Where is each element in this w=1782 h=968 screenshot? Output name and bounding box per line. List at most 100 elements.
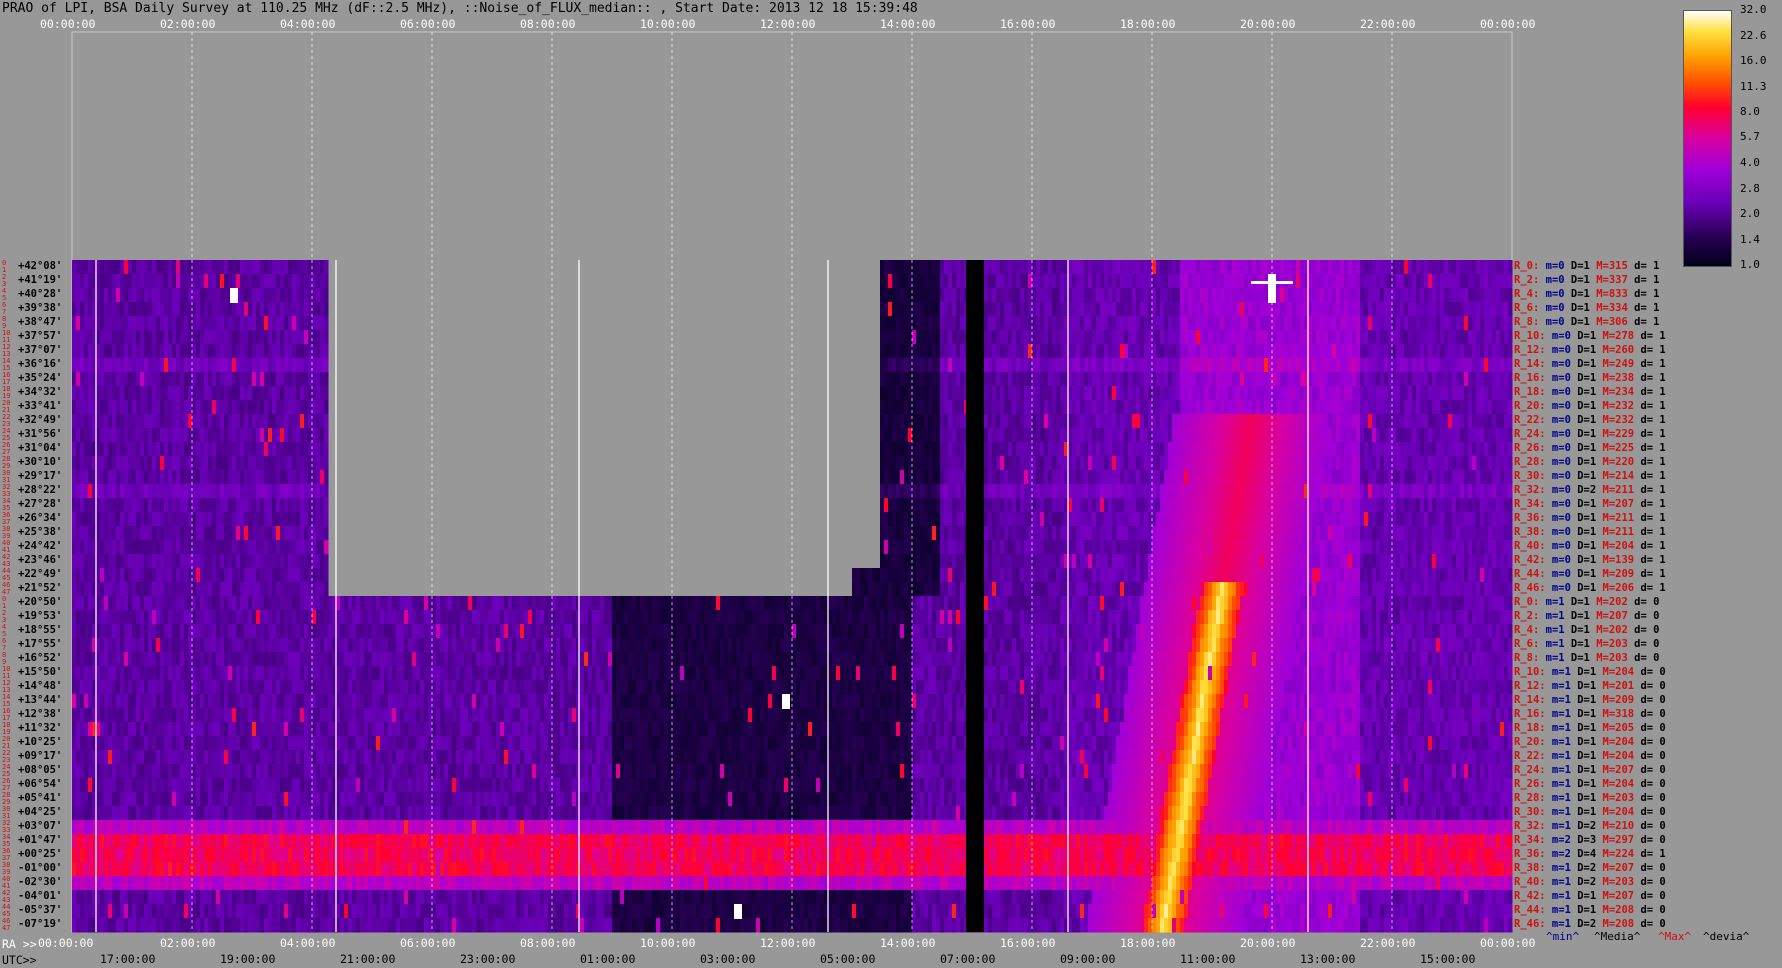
stat-r: R_30: (1514, 805, 1546, 818)
stat-r: R_44: (1514, 567, 1546, 580)
row-stat: R_32: m=1 D=2 M=210 d= 0 (1514, 820, 1666, 833)
stat-m: m=0 (1545, 427, 1571, 440)
stat-r: R_40: (1514, 539, 1546, 552)
stat-d: d= 0 (1634, 679, 1666, 692)
declination-tick: +40°28' (18, 287, 63, 300)
stat-d: d= 1 (1634, 329, 1666, 342)
stat-M: M=204 (1596, 539, 1635, 552)
declination-tick: +33°41' (18, 399, 63, 412)
stat-m: m=1 (1545, 875, 1571, 888)
stat-d: d= 0 (1627, 637, 1660, 650)
stat-m: m=0 (1539, 273, 1565, 286)
stat-D: D=4 (1570, 847, 1597, 860)
stat-r: R_44: (1514, 903, 1546, 916)
stat-m: m=0 (1545, 469, 1571, 482)
stat-m: m=1 (1539, 609, 1565, 622)
stat-m: m=0 (1545, 385, 1571, 398)
stat-D: D=1 (1570, 735, 1597, 748)
row-stat: R_12: m=0 D=1 M=260 d= 1 (1514, 344, 1666, 357)
stat-M: M=315 (1589, 259, 1628, 272)
stat-d: d= 1 (1634, 371, 1666, 384)
stat-r: R_14: (1514, 693, 1546, 706)
utc-axis-tick: 03:00:00 (700, 952, 756, 966)
stat-D: D=1 (1570, 413, 1597, 426)
bright-source (734, 904, 742, 919)
stat-D: D=1 (1564, 259, 1590, 272)
row-stat: R_24: m=0 D=1 M=229 d= 1 (1514, 428, 1666, 441)
stat-m: m=0 (1545, 539, 1571, 552)
stat-M: M=318 (1596, 707, 1635, 720)
stat-D: D=1 (1570, 567, 1597, 580)
stat-m: m=0 (1545, 553, 1571, 566)
stat-D: D=1 (1570, 329, 1597, 342)
stat-D: D=1 (1570, 469, 1597, 482)
stat-r: R_38: (1514, 861, 1546, 874)
row-stat: R_30: m=1 D=1 M=204 d= 0 (1514, 806, 1666, 819)
declination-tick: +05°41' (18, 791, 63, 804)
stat-M: M=225 (1596, 441, 1635, 454)
stat-D: D=1 (1570, 511, 1597, 524)
stat-d: d= 0 (1634, 721, 1666, 734)
stat-d: d= 0 (1634, 707, 1666, 720)
row-stat: R_44: m=1 D=1 M=208 d= 0 (1514, 904, 1666, 917)
stat-M: M=204 (1596, 777, 1635, 790)
stat-m: m=1 (1545, 665, 1571, 678)
declination-tick: +37°07' (18, 343, 63, 356)
stat-d: d= 0 (1634, 693, 1666, 706)
stat-D: D=1 (1570, 553, 1597, 566)
row-stat: R_44: m=0 D=1 M=209 d= 1 (1514, 568, 1666, 581)
stat-r: R_34: (1514, 497, 1546, 510)
row-stat: R_18: m=1 D=1 M=205 d= 0 (1514, 722, 1666, 735)
stat-D: D=1 (1570, 357, 1597, 370)
stat-D: D=1 (1570, 441, 1597, 454)
stat-r: R_46: (1514, 581, 1546, 594)
declination-tick: +18°55' (18, 623, 63, 636)
stat-d: d= 1 (1634, 343, 1666, 356)
stat-d: d= 0 (1634, 791, 1666, 804)
declination-tick: +28°22' (18, 483, 63, 496)
row-stat: R_26: m=1 D=1 M=204 d= 0 (1514, 778, 1666, 791)
stat-d: d= 1 (1634, 581, 1666, 594)
declination-tick: +01°47' (18, 833, 63, 846)
ra-axis-tick: 02:00:00 (160, 936, 216, 950)
stat-m: m=1 (1539, 651, 1565, 664)
declination-tick: +34°32' (18, 385, 63, 398)
declination-tick: +36°16' (18, 357, 63, 370)
row-stat: R_24: m=1 D=1 M=207 d= 0 (1514, 764, 1666, 777)
stat-r: R_6: (1514, 637, 1540, 650)
stat-r: R_8: (1514, 315, 1540, 328)
stat-M: M=207 (1596, 497, 1635, 510)
stat-D: D=1 (1570, 343, 1597, 356)
stat-r: R_0: (1514, 259, 1540, 272)
stat-r: R_22: (1514, 749, 1546, 762)
stat-M: M=206 (1596, 581, 1635, 594)
colorbar-tick: 1.4 (1740, 233, 1760, 247)
stat-M: M=209 (1596, 693, 1635, 706)
declination-tick: +31°56' (18, 427, 63, 440)
stat-M: M=232 (1596, 413, 1635, 426)
legend-median: ^Media^ (1594, 930, 1641, 943)
stat-M: M=203 (1589, 651, 1628, 664)
stat-m: m=1 (1539, 637, 1565, 650)
stat-m: m=1 (1539, 595, 1565, 608)
stat-d: d= 0 (1634, 903, 1666, 916)
stat-D: D=1 (1570, 721, 1597, 734)
stat-M: M=306 (1589, 315, 1628, 328)
stat-M: M=208 (1596, 917, 1635, 930)
declination-tick: -04°01' (18, 889, 63, 902)
ra-axis-tick: 04:00:00 (280, 936, 336, 950)
stat-r: R_24: (1514, 763, 1546, 776)
stat-m: m=0 (1545, 455, 1571, 468)
stat-M: M=139 (1596, 553, 1635, 566)
stat-r: R_36: (1514, 847, 1546, 860)
stat-m: m=0 (1539, 301, 1565, 314)
stat-m: m=0 (1545, 483, 1571, 496)
bright-source (230, 288, 238, 303)
utc-axis-tick: 15:00:00 (1420, 952, 1476, 966)
stat-m: m=0 (1539, 259, 1565, 272)
row-stat: R_10: m=1 D=1 M=204 d= 0 (1514, 666, 1666, 679)
utc-axis-tick: 21:00:00 (340, 952, 396, 966)
declination-tick: +37°57' (18, 329, 63, 342)
declination-tick: +13°44' (18, 693, 63, 706)
stat-M: M=205 (1596, 721, 1635, 734)
